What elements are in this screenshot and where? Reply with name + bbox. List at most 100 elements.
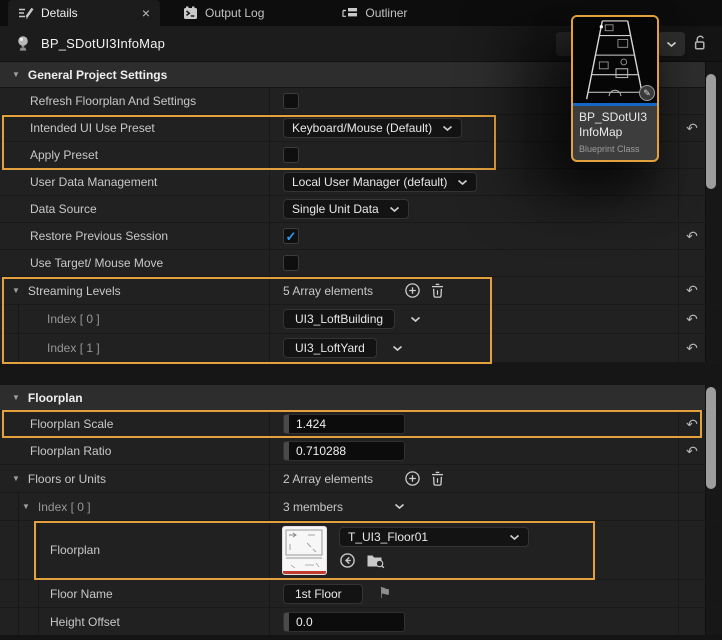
property-label: Floorplan Scale: [30, 417, 113, 431]
use-selected-asset-button[interactable]: [339, 552, 356, 569]
scrollbar-track[interactable]: [705, 250, 722, 276]
expander-icon[interactable]: ▼: [12, 286, 20, 295]
tab-output-log[interactable]: Output Log: [173, 0, 274, 26]
floorplan-asset-dropdown[interactable]: T_UI3_Floor01: [339, 527, 529, 547]
level-name-field[interactable]: UI3_LoftYard: [283, 338, 377, 358]
scrollbar-track[interactable]: [705, 493, 722, 520]
reset-to-default-button[interactable]: ↶: [678, 115, 705, 141]
chevron-down-icon: [457, 179, 468, 186]
expander-icon[interactable]: ▼: [12, 474, 20, 483]
tab-outliner-label: Outliner: [365, 6, 407, 20]
scrollbar-thumb-top[interactable]: [706, 74, 716, 189]
scrollbar-track[interactable]: [705, 305, 722, 333]
add-element-button[interactable]: [404, 470, 421, 487]
level-name: UI3_LoftYard: [295, 341, 365, 355]
apply-preset-checkbox[interactable]: [283, 147, 299, 163]
level-name-field[interactable]: UI3_LoftBuilding: [283, 309, 395, 329]
row-restore-previous-session: Restore Previous Session ✓ ↶: [0, 223, 722, 250]
reset-to-default-button[interactable]: ↶: [678, 223, 705, 249]
spin-grabber[interactable]: [284, 613, 289, 631]
scrollbar-track[interactable]: [705, 521, 722, 579]
tooltip-asset-name-line1: BP_SDotUI3: [579, 110, 651, 125]
reset-to-default-button[interactable]: ↶: [678, 411, 705, 437]
details-icon: [18, 6, 34, 20]
scrollbar-track[interactable]: [705, 196, 722, 222]
category-title: General Project Settings: [28, 68, 167, 82]
view-options-button[interactable]: [658, 32, 685, 56]
row-floorplan-asset: Floorplan: [0, 521, 722, 580]
reset-icon: ↶: [686, 120, 698, 137]
scrollbar-track[interactable]: [705, 580, 722, 607]
floorplan-texture-thumbnail[interactable]: [283, 527, 326, 574]
spin-grabber[interactable]: [284, 442, 289, 460]
property-label: Floorplan: [50, 543, 100, 557]
refresh-checkbox[interactable]: [283, 93, 299, 109]
data-source-dropdown[interactable]: Single Unit Data: [283, 199, 409, 219]
row-floorplan-scale: Floorplan Scale 1.424 ↶: [0, 411, 722, 438]
property-label: Use Target/ Mouse Move: [30, 256, 163, 270]
category-floorplan[interactable]: ▼ Floorplan: [0, 385, 722, 411]
browse-to-asset-button[interactable]: [366, 553, 385, 569]
spin-value: 1.424: [296, 417, 326, 431]
row-use-target-mouse-move: Use Target/ Mouse Move: [0, 250, 722, 277]
array-index-label: Index [ 0 ]: [47, 312, 100, 326]
height-offset-input[interactable]: 0.0: [283, 612, 405, 632]
property-label: Refresh Floorplan And Settings: [30, 94, 196, 108]
tooltip-asset-name-line2: InfoMap: [579, 125, 651, 140]
tab-details[interactable]: Details ×: [8, 0, 160, 26]
row-floors-index-0: ▼ Index [ 0 ] 3 members: [0, 493, 722, 521]
collapse-icon[interactable]: ▼: [12, 393, 20, 402]
user-data-dropdown[interactable]: Local User Manager (default): [283, 172, 477, 192]
floor-name-input[interactable]: 1st Floor: [283, 584, 363, 604]
localize-flag-icon[interactable]: ⚑: [378, 586, 391, 601]
reset-to-default-button[interactable]: ↶: [678, 277, 705, 304]
details-panel: Details × Output Log Outliner: [0, 0, 722, 640]
scrollbar-thumb-bottom[interactable]: [706, 387, 716, 489]
property-label: Floorplan Ratio: [30, 444, 111, 458]
lock-icon[interactable]: [692, 34, 708, 55]
property-label: Floor Name: [50, 587, 113, 601]
chevron-down-icon[interactable]: [392, 345, 403, 352]
clear-array-button[interactable]: [430, 282, 445, 299]
spin-grabber[interactable]: [284, 415, 289, 433]
level-name: UI3_LoftBuilding: [295, 312, 383, 326]
actor-icon: [14, 34, 32, 53]
clear-array-button[interactable]: [430, 470, 445, 487]
output-log-icon: [183, 6, 198, 20]
property-label: Height Offset: [50, 615, 120, 629]
chevron-down-icon: [442, 125, 453, 132]
property-label: User Data Management: [30, 175, 157, 189]
reset-to-default-button[interactable]: ↶: [678, 334, 705, 362]
scrollbar-track[interactable]: [705, 277, 722, 304]
row-streaming-index-1: Index [ 1 ] UI3_LoftYard ↶: [0, 334, 722, 363]
restore-session-checkbox[interactable]: ✓: [283, 228, 299, 244]
expander-icon[interactable]: ▼: [22, 502, 30, 511]
row-floors-or-units: ▼ Floors or Units 2 Array elements: [0, 465, 722, 493]
scrollbar-track[interactable]: [705, 608, 722, 635]
dropdown-value: Single Unit Data: [292, 202, 379, 216]
property-label: Floors or Units: [28, 472, 106, 486]
chevron-down-icon[interactable]: [410, 316, 421, 323]
floorplan-ratio-input[interactable]: 0.710288: [283, 441, 405, 461]
scrollbar-track[interactable]: [705, 334, 722, 362]
chevron-down-icon[interactable]: [394, 503, 405, 510]
floor-name-value: 1st Floor: [295, 587, 342, 601]
use-target-checkbox[interactable]: [283, 255, 299, 271]
asset-tooltip: ✎ BP_SDotUI3 InfoMap Blueprint Class: [571, 15, 659, 162]
ui-preset-dropdown[interactable]: Keyboard/Mouse (Default): [283, 118, 462, 138]
section-separator: [0, 363, 722, 385]
spin-value: 0.0: [296, 615, 313, 629]
scrollbar-track[interactable]: [705, 223, 722, 249]
add-element-button[interactable]: [404, 282, 421, 299]
collapse-icon[interactable]: ▼: [12, 70, 20, 79]
close-icon[interactable]: ×: [142, 6, 150, 20]
tab-outliner[interactable]: Outliner: [332, 0, 417, 26]
reset-to-default-button[interactable]: ↶: [678, 438, 705, 464]
row-user-data-management: User Data Management Local User Manager …: [0, 169, 722, 196]
property-label: Apply Preset: [30, 148, 98, 162]
reset-to-default-button[interactable]: ↶: [678, 305, 705, 333]
reset-cell: [678, 88, 705, 114]
property-label: Intended UI Use Preset: [30, 121, 155, 135]
floorplan-scale-input[interactable]: 1.424: [283, 414, 405, 434]
dropdown-value: Keyboard/Mouse (Default): [292, 121, 432, 135]
